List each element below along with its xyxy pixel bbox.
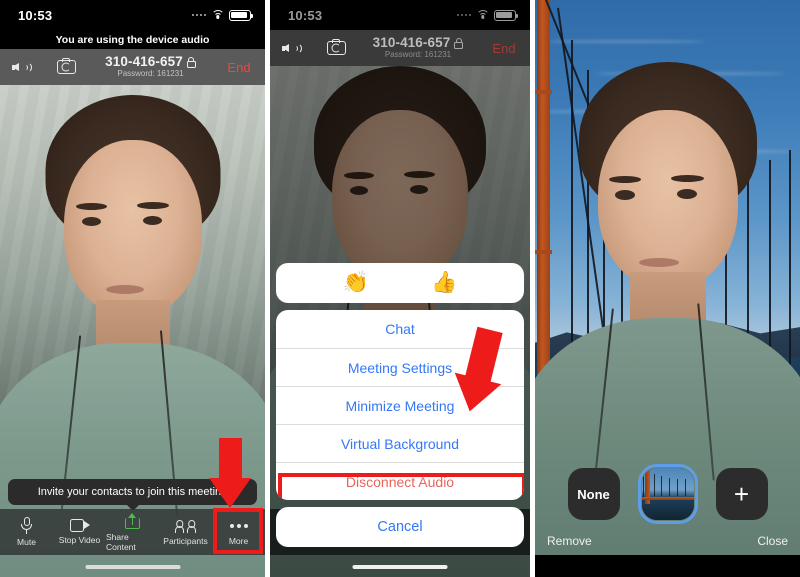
toolbar-label-mute: Mute	[17, 537, 36, 547]
toolbar-label-stop-video: Stop Video	[58, 535, 101, 545]
toolbar-item-more[interactable]: More	[212, 519, 265, 546]
status-bar-panel1: 10:53	[0, 0, 265, 30]
eye-right	[677, 189, 697, 199]
more-dots-icon	[229, 519, 248, 533]
status-indicators	[191, 9, 253, 21]
home-indicator-panel1	[85, 565, 180, 569]
switch-camera-button[interactable]	[314, 39, 358, 55]
meeting-info: 310-416-657 Password: 161231	[358, 36, 478, 60]
action-sheet-cancel-button[interactable]: Cancel	[276, 507, 524, 547]
speaker-button[interactable]	[270, 40, 314, 56]
reaction-bar: 👏 👍	[276, 263, 524, 303]
meeting-id: 310-416-657	[372, 35, 451, 51]
toolbar-item-mute[interactable]: Mute	[0, 517, 53, 547]
video-camera-icon	[69, 519, 90, 532]
vbg-none-label: None	[577, 486, 610, 502]
end-meeting-button[interactable]: End	[478, 41, 530, 56]
toolbar-item-participants[interactable]: Participants	[159, 519, 212, 546]
lock-icon	[186, 56, 196, 68]
mouth	[106, 285, 144, 294]
thumbs-up-emoji[interactable]: 👍	[431, 271, 457, 295]
status-clock: 10:53	[18, 7, 53, 23]
switch-camera-icon	[326, 39, 346, 55]
meeting-info: 310-416-657 Password: 161231	[88, 55, 213, 79]
end-meeting-button[interactable]: End	[213, 60, 265, 75]
meeting-top-bar-panel2: 310-416-657 Password: 161231 End	[270, 30, 530, 66]
home-indicator-panel2	[352, 565, 448, 569]
eye-left	[615, 190, 635, 200]
close-picker-button[interactable]: Close	[757, 534, 788, 548]
toolbar-item-share-content[interactable]: Share Content	[106, 512, 159, 552]
annotation-arrow-to-more	[205, 438, 265, 510]
switch-camera-button[interactable]	[44, 58, 88, 74]
status-indicators	[456, 9, 518, 21]
panel-meeting-view: 10:53 You are using the device audio 310…	[0, 0, 265, 577]
signal-dots-icon	[191, 13, 206, 17]
battery-icon	[229, 9, 253, 21]
eye-left	[82, 217, 101, 226]
eye-right	[143, 216, 162, 225]
toolbar-label-share-content: Share Content	[106, 531, 136, 552]
switch-camera-icon	[56, 58, 76, 74]
eyebrow-right	[671, 175, 704, 182]
wifi-icon	[211, 10, 224, 20]
vbg-none-tile[interactable]: None	[567, 468, 620, 520]
eyebrow-left	[609, 176, 641, 183]
mouth	[639, 258, 679, 267]
tutorial-screenshot: 10:53 You are using the device audio 310…	[0, 0, 800, 577]
meeting-id: 310-416-657	[105, 54, 183, 70]
bottom-black-strip	[535, 555, 800, 577]
clapping-hands-emoji[interactable]: 👏	[343, 271, 369, 295]
virtual-background-options: None +	[535, 463, 800, 525]
microphone-icon	[21, 517, 32, 534]
status-clock: 10:53	[288, 7, 323, 23]
remove-background-button[interactable]: Remove	[547, 534, 592, 548]
meeting-toolbar-panel1: Mute Stop Video Share Content Participan…	[0, 509, 265, 555]
share-upload-icon	[125, 512, 140, 529]
device-audio-banner: You are using the device audio	[0, 30, 265, 49]
meeting-top-bar-panel1: 310-416-657 Password: 161231 End	[0, 49, 265, 85]
speaker-icon	[12, 59, 32, 75]
panel-more-action-sheet: 10:53 310-416-657 Password: 161231 End 👏…	[270, 0, 530, 577]
virtual-background-actions: Remove Close	[535, 527, 800, 555]
action-item-virtual-background[interactable]: Virtual Background	[276, 424, 524, 462]
wifi-icon	[476, 10, 489, 20]
toolbar-label-more: More	[228, 535, 249, 546]
people-icon	[175, 519, 196, 533]
golden-gate-bridge-thumbnail	[641, 468, 694, 520]
toolbar-label-participants: Participants	[163, 535, 208, 546]
speaker-icon	[282, 40, 302, 56]
vbg-bridge-tile[interactable]	[637, 464, 698, 524]
eyebrow-left	[76, 203, 107, 210]
panel-virtual-background-picker: None + Remove Close	[535, 0, 800, 577]
action-item-disconnect-audio[interactable]: Disconnect Audio	[276, 462, 524, 500]
signal-dots-icon	[456, 13, 471, 17]
battery-icon	[494, 9, 518, 21]
status-bar-panel2: 10:53	[270, 0, 530, 30]
vbg-add-tile[interactable]: +	[715, 468, 768, 520]
toolbar-item-stop-video[interactable]: Stop Video	[53, 519, 106, 545]
plus-icon: +	[733, 479, 750, 509]
meeting-password: Password: 161231	[384, 50, 452, 60]
meeting-password: Password: 161231	[117, 69, 184, 79]
speaker-button[interactable]	[0, 59, 44, 75]
eyebrow-right	[137, 202, 169, 209]
lock-icon	[454, 37, 464, 49]
